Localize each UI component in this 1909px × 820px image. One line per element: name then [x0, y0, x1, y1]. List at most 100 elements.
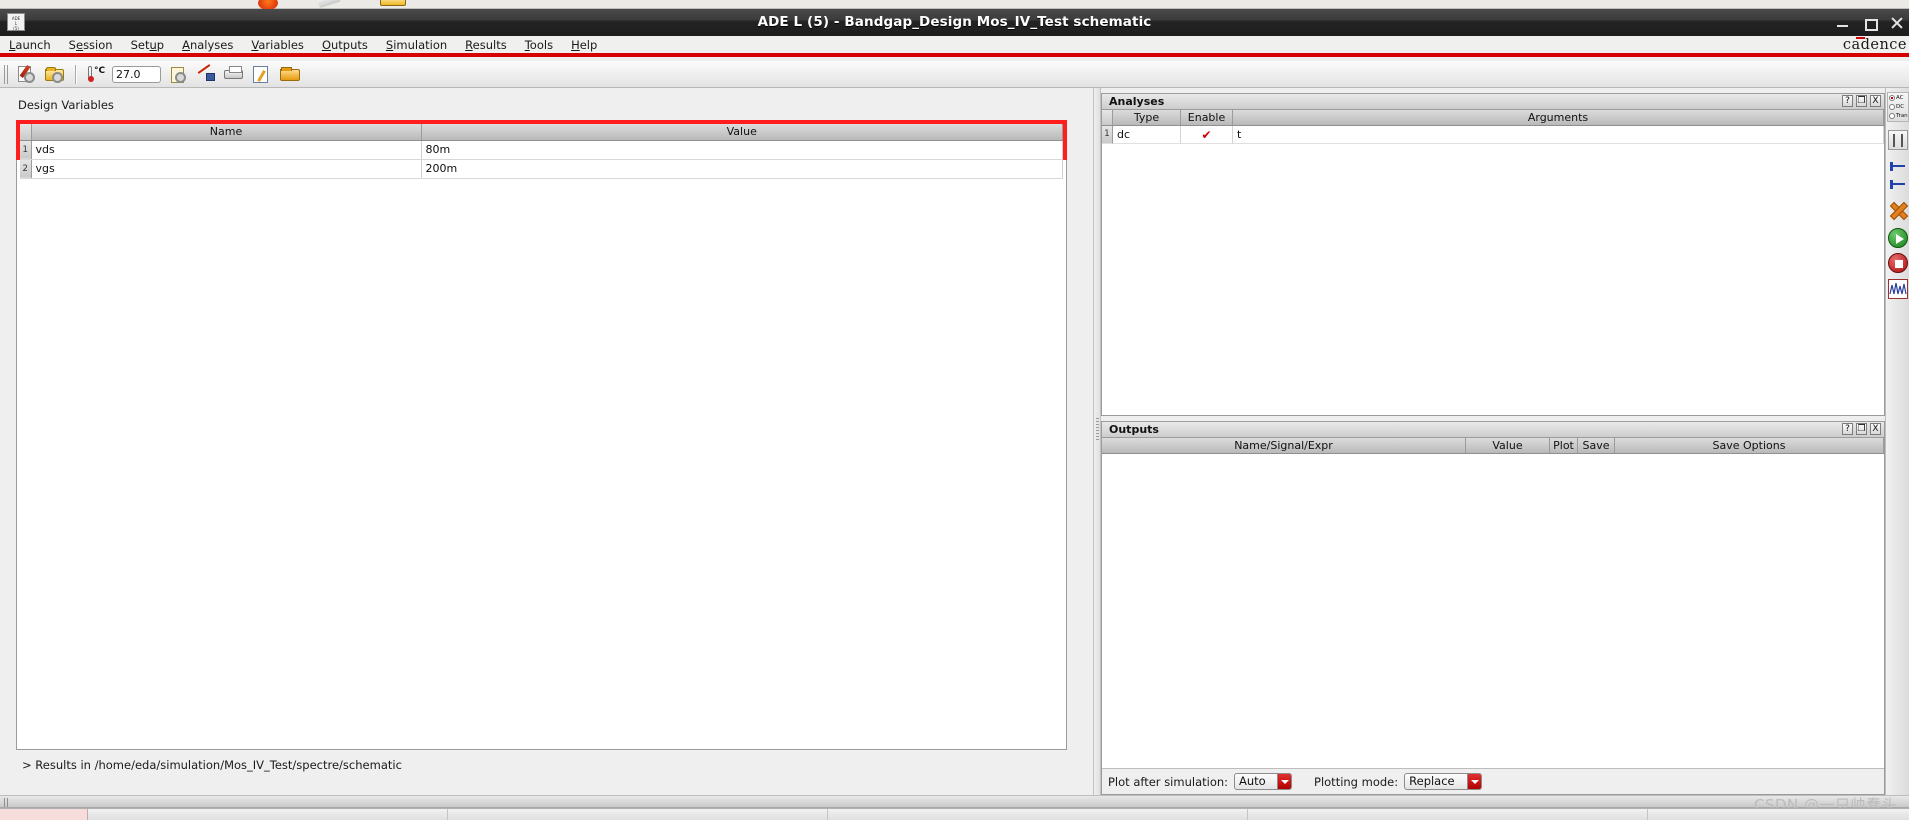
save-state-icon[interactable] — [14, 63, 40, 86]
analyses-column-headers: Type Enable Arguments — [1102, 110, 1884, 126]
toolbar-grip[interactable] — [4, 64, 10, 84]
analyses-column-type[interactable]: Type — [1113, 110, 1181, 125]
taskbar-item[interactable] — [1248, 809, 1648, 820]
toolbar: °C 27.0 — [0, 61, 1909, 88]
netlist-probe-icon[interactable] — [193, 63, 219, 86]
setup-simulator-icon[interactable] — [165, 63, 191, 86]
menu-launch[interactable]: LLaunchaunch — [0, 37, 60, 53]
menu-outputs[interactable]: Outputs — [313, 37, 377, 53]
table-corner — [20, 124, 32, 141]
menu-session[interactable]: Session — [60, 37, 122, 53]
variable-value-cell[interactable]: 200m — [421, 159, 1063, 179]
analyses-title-bar: Analyses ? ❐ X — [1102, 94, 1884, 110]
maximize-button[interactable] — [1863, 16, 1878, 31]
title-bar: ADE L (5) ADE L (5) - Bandgap_Design Mos_I… — [0, 9, 1909, 36]
ade-l-window: ADE L (5) ADE L (5) - Bandgap_Design Mos_I… — [0, 0, 1909, 820]
edit-variables-rail-icon[interactable] — [1888, 156, 1908, 176]
radio-dc[interactable]: DC — [1888, 102, 1908, 111]
choose-analyses-icon[interactable] — [1888, 130, 1908, 150]
status-grip[interactable] — [4, 798, 9, 807]
chevron-down-icon — [1467, 774, 1482, 789]
menu-help[interactable]: Help — [562, 37, 606, 53]
analysis-type-radio-group: AC DC Tran — [1887, 92, 1909, 122]
analyses-row-number: 1 — [1102, 126, 1113, 144]
outputs-column-save[interactable]: Save — [1578, 438, 1615, 453]
background-app-icon-tool — [317, 0, 341, 9]
outputs-column-value[interactable]: Value — [1466, 438, 1550, 453]
toolbar-separator-1 — [75, 64, 77, 84]
taskbar-item[interactable] — [88, 809, 448, 820]
table-row[interactable]: 2 vgs 200m — [20, 159, 1063, 179]
waveform-glyph — [1889, 282, 1907, 295]
menu-setup[interactable]: Setup — [122, 37, 174, 53]
menu-tools[interactable]: Tools — [516, 37, 562, 53]
outputs-bottom-controls: Plot after simulation: Auto Plotting mod… — [1102, 768, 1884, 794]
variable-value-cell[interactable]: 80m — [421, 140, 1063, 160]
menu-simulation[interactable]: Simulation — [377, 37, 456, 53]
column-header-name[interactable]: Name — [31, 124, 422, 141]
outputs-float-button[interactable]: ❐ — [1856, 423, 1867, 435]
row-number: 2 — [20, 159, 32, 179]
close-button[interactable] — [1890, 16, 1903, 29]
bottom-status-strip — [0, 795, 1909, 808]
radio-icon — [1889, 112, 1895, 119]
vertical-splitter[interactable] — [1093, 88, 1101, 795]
radio-selected-icon — [1889, 94, 1895, 101]
plotting-mode-dropdown[interactable]: Replace — [1404, 773, 1483, 790]
analyses-column-enable[interactable]: Enable — [1181, 110, 1233, 125]
variable-name-cell[interactable]: vds — [31, 140, 422, 160]
outputs-close-button[interactable]: X — [1870, 423, 1881, 435]
plot-outputs-icon[interactable] — [1888, 279, 1908, 299]
analyses-row[interactable]: 1 dc t — [1102, 126, 1884, 144]
menu-analyses[interactable]: Analyses — [173, 37, 242, 53]
taskbar-start-button[interactable] — [0, 809, 88, 820]
setup-outputs-rail-icon[interactable] — [1888, 174, 1908, 194]
open-results-folder-icon[interactable] — [277, 63, 303, 86]
cadence-logo: cadence — [1842, 37, 1907, 53]
taskbar-item[interactable] — [448, 809, 828, 820]
outputs-title: Outputs — [1109, 423, 1159, 436]
radio-ac[interactable]: AC — [1888, 93, 1908, 102]
temperature-input[interactable]: 27.0 — [112, 65, 161, 83]
column-header-value[interactable]: Value — [421, 124, 1063, 141]
run-simulation-icon[interactable] — [1888, 228, 1908, 248]
menu-results[interactable]: Results — [456, 37, 516, 53]
outputs-column-plot[interactable]: Plot — [1550, 438, 1578, 453]
os-taskbar — [0, 808, 1909, 820]
design-variables-label: Design Variables — [18, 98, 114, 112]
stop-simulation-icon[interactable] — [1888, 253, 1908, 273]
menu-variables[interactable]: Variables — [242, 37, 313, 53]
chevron-down-icon — [1277, 774, 1292, 789]
plotting-mode-value: Replace — [1409, 774, 1455, 788]
outputs-help-button[interactable]: ? — [1842, 423, 1853, 435]
open-folder-icon[interactable] — [42, 63, 68, 86]
analyses-float-button[interactable]: ❐ — [1856, 95, 1867, 107]
radio-tran[interactable]: Tran — [1888, 111, 1908, 120]
analyses-help-button[interactable]: ? — [1842, 95, 1853, 107]
edit-variables-icon[interactable] — [249, 63, 275, 86]
window-title: ADE L (5) - Bandgap_Design Mos_IV_Test s… — [757, 14, 1152, 30]
outputs-title-bar: Outputs ? ❐ X — [1102, 422, 1884, 438]
minimize-button[interactable] — [1836, 16, 1849, 29]
analyses-column-arguments[interactable]: Arguments — [1233, 110, 1884, 125]
analyses-title: Analyses — [1109, 95, 1165, 108]
taskbar-item[interactable] — [828, 809, 1248, 820]
analyses-close-button[interactable]: X — [1870, 95, 1881, 107]
analyses-corner — [1102, 110, 1113, 125]
window-controls — [1836, 9, 1903, 36]
plot-after-simulation-dropdown[interactable]: Auto — [1234, 773, 1293, 790]
analyses-enable-checkbox[interactable] — [1181, 126, 1233, 144]
plot-after-simulation-value: Auto — [1239, 774, 1266, 788]
row-number: 1 — [20, 140, 32, 160]
variable-name-cell[interactable]: vgs — [31, 159, 422, 179]
analyses-arguments-cell[interactable]: t — [1233, 126, 1884, 144]
netlist-output-icon[interactable] — [221, 63, 247, 86]
delete-icon[interactable] — [1888, 200, 1908, 220]
outputs-column-save-options[interactable]: Save Options — [1615, 438, 1884, 453]
menu-bar: LLaunchaunch Session Setup Analyses Vari… — [0, 36, 1909, 57]
outputs-column-name[interactable]: Name/Signal/Expr — [1102, 438, 1466, 453]
table-row[interactable]: 1 vds 80m — [20, 140, 1063, 160]
design-temperature-icon[interactable]: °C — [82, 63, 108, 86]
outputs-pane: Outputs ? ❐ X Name/Signal/Expr Value Plo… — [1101, 421, 1885, 795]
analyses-type-cell[interactable]: dc — [1113, 126, 1181, 144]
